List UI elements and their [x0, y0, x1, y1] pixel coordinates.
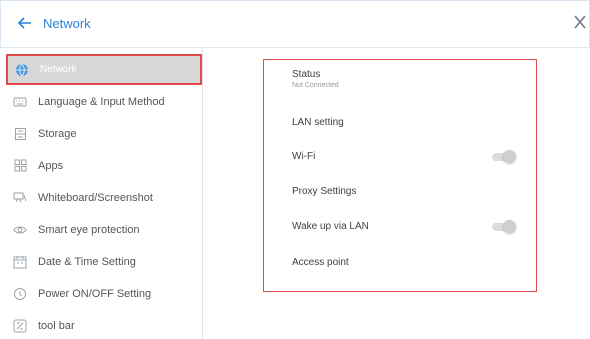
page-title: Network	[43, 16, 91, 31]
access-point-row[interactable]: Access point	[292, 257, 516, 268]
storage-icon	[12, 126, 28, 142]
sidebar-item-power[interactable]: Power ON/OFF Setting	[6, 278, 202, 309]
status-label: Status	[292, 69, 321, 80]
sidebar-item-label: Power ON/OFF Setting	[38, 287, 152, 300]
power-timer-icon	[12, 286, 28, 302]
wifi-toggle[interactable]	[492, 149, 516, 163]
calendar-icon	[12, 254, 28, 270]
sidebar-item-whiteboard[interactable]: Whiteboard/Screenshot	[6, 182, 202, 213]
sidebar-item-label: Apps	[38, 159, 64, 172]
sidebar-item-date-time[interactable]: Date & Time Setting	[6, 246, 202, 277]
wifi-label: Wi-Fi	[292, 151, 316, 162]
status-row[interactable]: Status Not Connected	[292, 69, 516, 89]
status-value: Not Connected	[292, 82, 339, 89]
wake-on-lan-label: Wake up via LAN	[292, 221, 369, 232]
sidebar-item-label: tool bar	[38, 319, 75, 332]
proxy-settings-row[interactable]: Proxy Settings	[292, 186, 516, 197]
sidebar-item-language[interactable]: Language & Input Method	[6, 86, 202, 117]
wake-on-lan-row[interactable]: Wake up via LAN	[292, 219, 516, 233]
lan-setting-row[interactable]: LAN setting	[292, 117, 516, 128]
whiteboard-icon	[12, 190, 28, 206]
proxy-settings-label: Proxy Settings	[292, 186, 357, 197]
wifi-row[interactable]: Wi-Fi	[292, 149, 516, 163]
close-icon[interactable]	[573, 13, 590, 35]
globe-icon	[14, 62, 30, 78]
lan-setting-label: LAN setting	[292, 117, 344, 128]
sidebar-item-label: Smart eye protection	[38, 223, 140, 236]
eye-icon	[12, 222, 28, 238]
sidebar-item-label: Whiteboard/Screenshot	[38, 191, 153, 204]
header-bar: Network	[0, 0, 590, 48]
apps-grid-icon	[12, 158, 28, 174]
toolbar-icon	[12, 318, 28, 334]
sidebar-item-toolbar[interactable]: tool bar	[6, 310, 202, 339]
wake-on-lan-toggle[interactable]	[492, 219, 516, 233]
back-arrow-icon[interactable]	[15, 15, 35, 35]
sidebar-item-label: Date & Time Setting	[38, 255, 136, 268]
toggle-knob	[503, 149, 516, 163]
sidebar-item-label: Language & Input Method	[38, 95, 165, 108]
sidebar-item-apps[interactable]: Apps	[6, 150, 202, 181]
sidebar-item-storage[interactable]: Storage	[6, 118, 202, 149]
keyboard-icon	[12, 94, 28, 110]
sidebar-item-label: Storage	[38, 127, 77, 140]
sidebar-item-label: Network	[40, 64, 77, 75]
sidebar-item-network[interactable]: Network	[6, 54, 202, 85]
toggle-knob	[503, 219, 516, 233]
network-settings-panel: Status Not Connected LAN setting Wi-Fi P…	[263, 59, 537, 292]
sidebar: Network Language & Input Method Storage …	[0, 48, 203, 339]
access-point-label: Access point	[292, 257, 349, 268]
sidebar-item-eye-protection[interactable]: Smart eye protection	[6, 214, 202, 245]
